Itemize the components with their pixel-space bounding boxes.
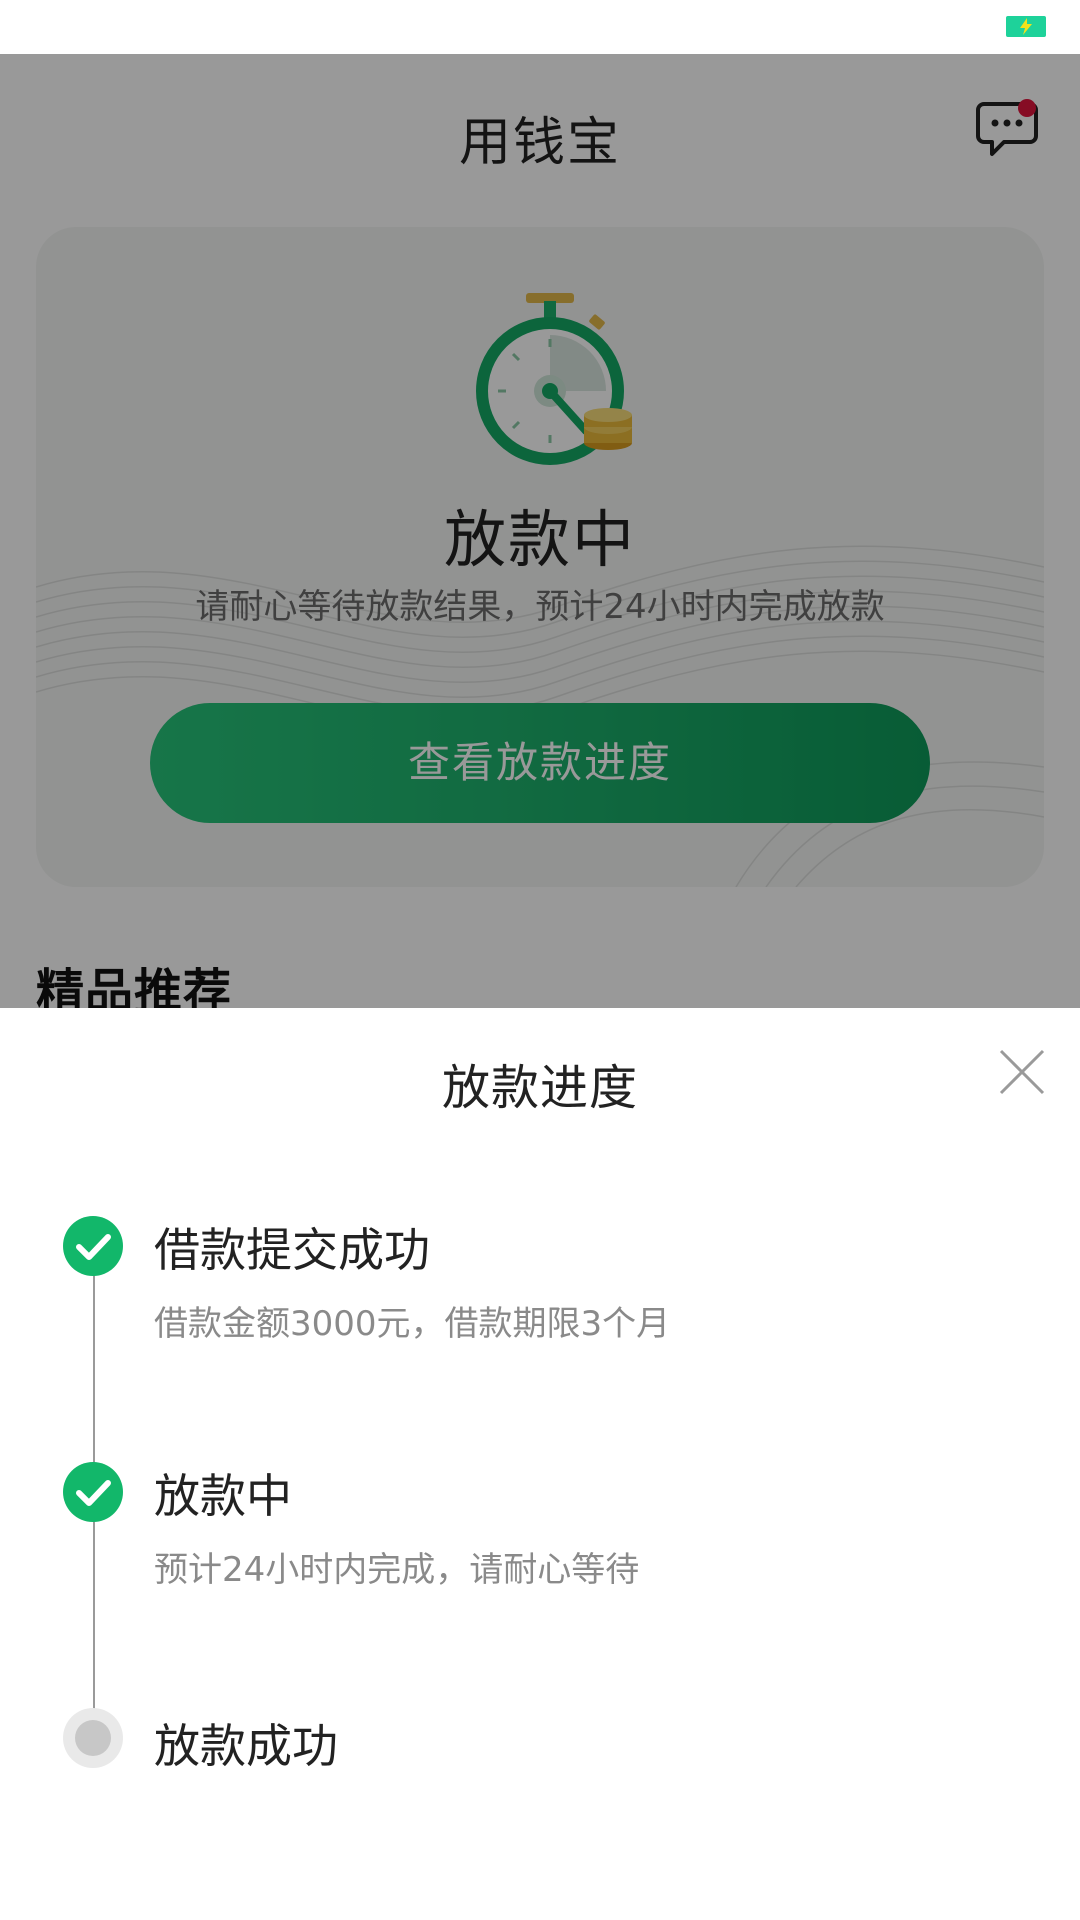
modal-backdrop[interactable] [0, 54, 1080, 1008]
check-icon [63, 1462, 123, 1522]
step-title: 放款成功 [154, 1719, 338, 1773]
loan-progress-sheet: 放款进度 借款提交成功 借款金额3000元，借款期限3个月 放款中 预计24小时… [0, 1008, 1080, 1920]
step-title: 放款中 [154, 1469, 292, 1523]
battery-charging-icon [1006, 16, 1046, 37]
sheet-title: 放款进度 [441, 1060, 638, 1116]
screen: 用钱宝 放款中 请耐心等待放款结果，预计24小时内完成放款 查看放款进度 精品推… [0, 0, 1080, 1920]
step-title: 借款提交成功 [154, 1223, 430, 1277]
step-subtitle: 借款金额3000元，借款期限3个月 [154, 1304, 671, 1344]
pending-dot-icon [63, 1708, 123, 1768]
status-bar [0, 0, 1080, 54]
check-icon [63, 1216, 123, 1276]
close-icon[interactable] [998, 1048, 1046, 1096]
step-subtitle: 预计24小时内完成，请耐心等待 [154, 1550, 640, 1590]
